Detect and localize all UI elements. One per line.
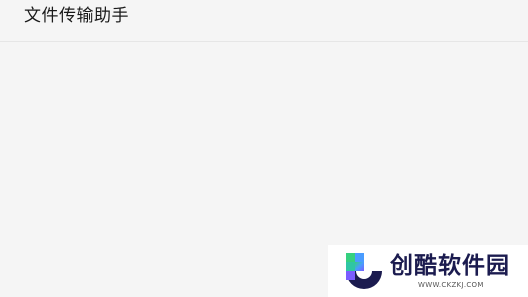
chat-header: 文件传输助手 [0, 0, 528, 42]
chat-title: 文件传输助手 [24, 6, 129, 26]
watermark-url: WWW.CKZKJ.COM [418, 281, 484, 289]
watermark-logo: 创酷软件园 WWW.CKZKJ.COM [328, 245, 528, 297]
watermark-brand: 创酷软件园 [390, 253, 510, 279]
c-logo-icon [346, 253, 382, 289]
